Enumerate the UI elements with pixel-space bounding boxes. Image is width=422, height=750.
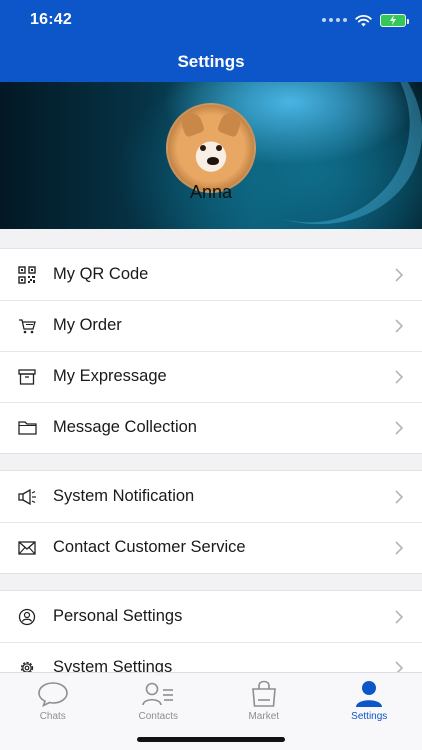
contacts-icon [141, 680, 175, 708]
chevron-right-icon [395, 369, 404, 384]
settings-group-support: System Notification Contact Customer Ser… [0, 470, 422, 574]
status-indicators [322, 12, 409, 28]
chevron-right-icon [395, 267, 404, 282]
row-label: Contact Customer Service [53, 538, 246, 556]
chevron-right-icon [395, 420, 404, 435]
chevron-right-icon [395, 609, 404, 624]
box-icon [17, 367, 37, 387]
row-label: My Expressage [53, 367, 167, 385]
row-label: My Order [53, 316, 122, 334]
tab-label: Chats [39, 711, 66, 722]
home-indicator [137, 737, 285, 742]
profile-name: Anna [189, 182, 233, 202]
battery-charging-icon [380, 13, 409, 27]
row-label: Personal Settings [53, 607, 183, 625]
chevron-right-icon [395, 540, 404, 555]
row-system-notification[interactable]: System Notification [0, 471, 422, 522]
row-label: My QR Code [53, 265, 149, 283]
tab-label: Settings [351, 711, 388, 722]
chevron-right-icon [395, 489, 404, 504]
tab-settings[interactable]: Settings [317, 673, 422, 750]
folder-icon [17, 418, 37, 438]
row-label: Message Collection [53, 418, 197, 436]
avatar[interactable] [166, 103, 256, 193]
profile-banner: Anna [0, 82, 422, 229]
qr-code-icon [17, 265, 37, 285]
row-label: System Notification [53, 487, 195, 505]
tab-label: Contacts [138, 711, 178, 722]
envelope-icon [17, 538, 37, 558]
page-title: Settings [177, 52, 245, 71]
cellular-signal-icon [322, 18, 347, 22]
megaphone-icon [17, 487, 37, 507]
settings-group-account: My QR Code My Order My Expressage Messag… [0, 248, 422, 454]
row-my-qr-code[interactable]: My QR Code [0, 249, 422, 300]
tab-label: Market [248, 711, 280, 722]
row-my-expressage[interactable]: My Expressage [0, 351, 422, 402]
chat-bubble-icon [36, 680, 70, 708]
row-personal-settings[interactable]: Personal Settings [0, 591, 422, 642]
tab-chats[interactable]: Chats [0, 673, 106, 750]
shopping-bag-icon [247, 680, 281, 708]
row-my-order[interactable]: My Order [0, 300, 422, 351]
wifi-icon [355, 14, 372, 26]
status-time: 16:42 [30, 11, 72, 28]
row-message-collection[interactable]: Message Collection [0, 402, 422, 453]
cart-icon [17, 316, 37, 336]
person-icon [17, 607, 37, 627]
person-filled-icon [352, 680, 386, 708]
row-contact-customer-service[interactable]: Contact Customer Service [0, 522, 422, 573]
chevron-right-icon [395, 318, 404, 333]
navigation-header: 16:42 Settings [0, 0, 422, 82]
